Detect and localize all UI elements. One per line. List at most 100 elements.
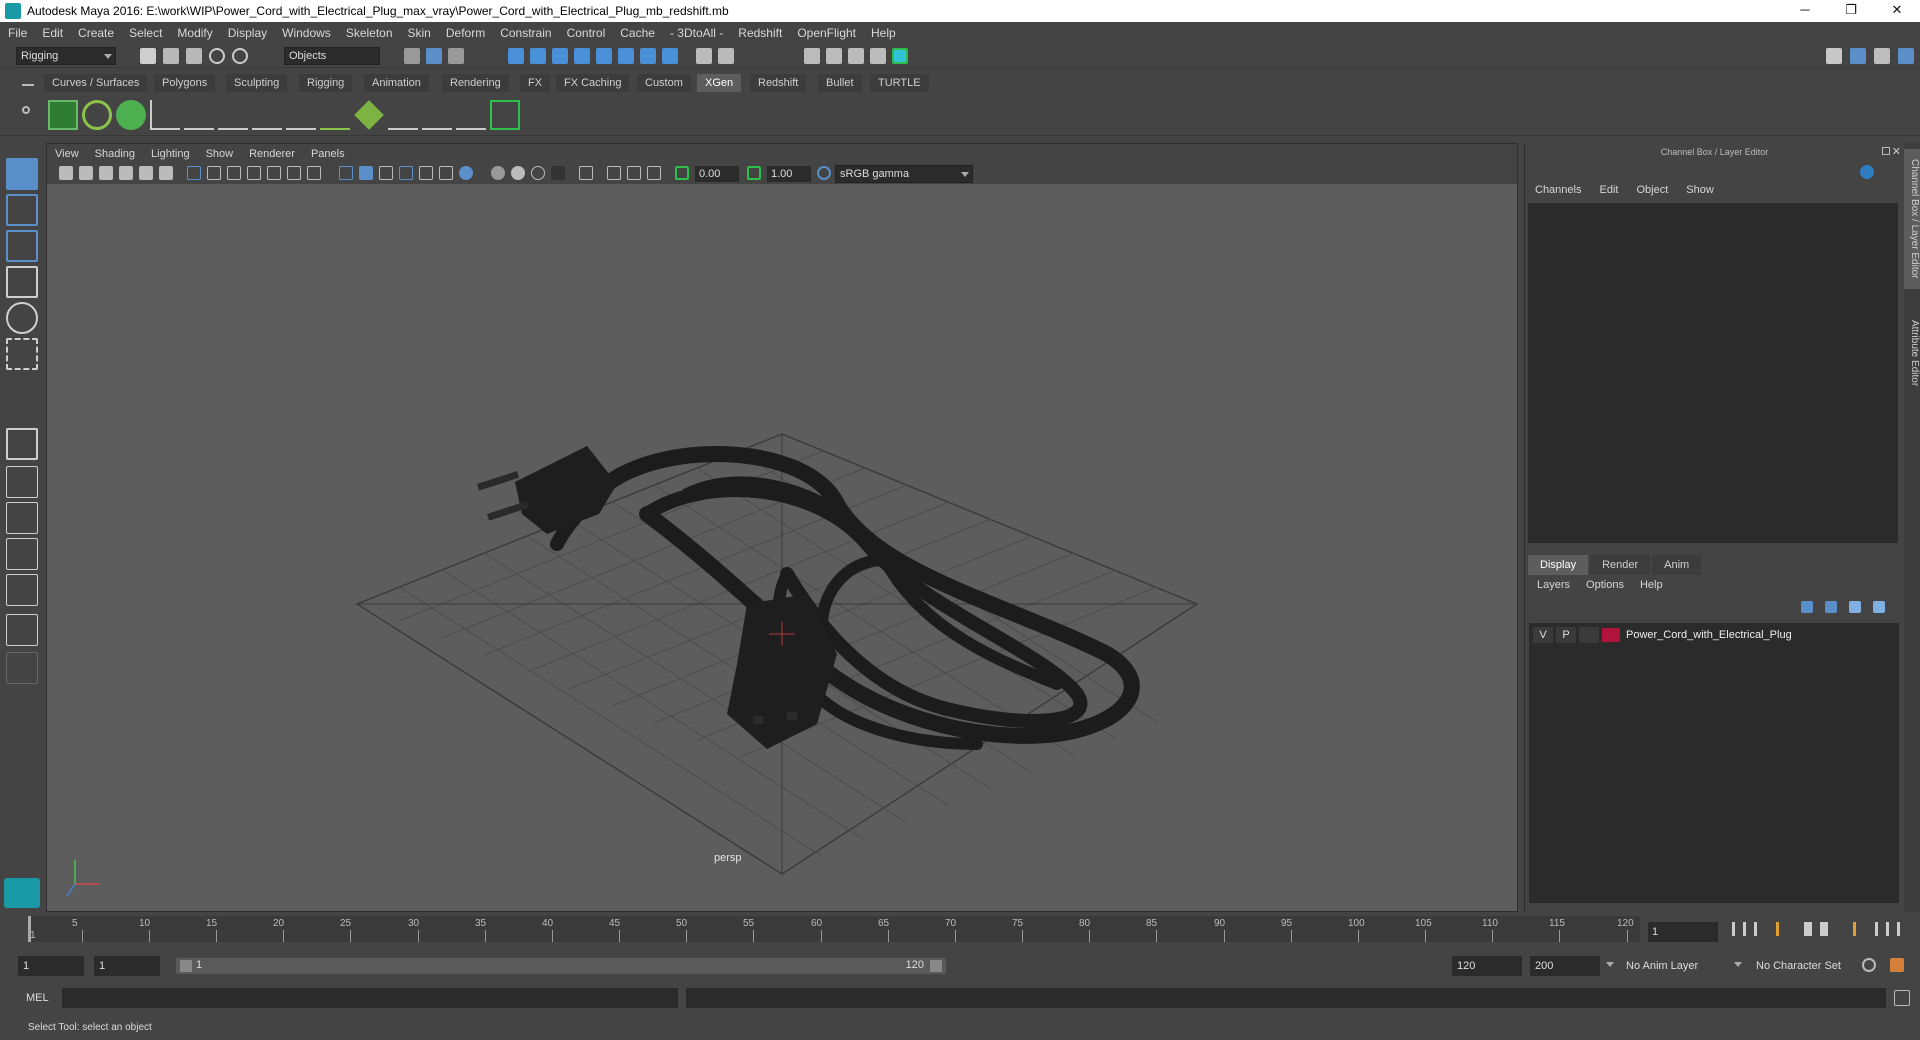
xray-active-icon[interactable] — [627, 166, 641, 180]
smooth-shade-icon[interactable] — [359, 166, 373, 180]
undo-icon[interactable] — [209, 48, 225, 64]
workspace-icon[interactable] — [1826, 48, 1842, 64]
exposure-field[interactable]: 0.00 — [695, 166, 739, 182]
command-language-label[interactable]: MEL — [26, 992, 49, 1004]
new-empty-layer-icon[interactable] — [1849, 601, 1861, 613]
anti-aliasing-icon[interactable] — [531, 166, 545, 180]
le-menu-help[interactable]: Help — [1640, 579, 1663, 591]
xray-icon[interactable] — [607, 166, 621, 180]
select-by-hierarchy-icon[interactable] — [404, 48, 420, 64]
go-to-start-icon[interactable] — [1732, 922, 1746, 936]
scale-tool-icon[interactable] — [6, 338, 38, 370]
lasso-tool-icon[interactable] — [6, 194, 38, 226]
cb-menu-channels[interactable]: Channels — [1535, 184, 1581, 196]
shelf-tab-redshift[interactable]: Redshift — [750, 74, 807, 92]
maximize-button[interactable]: ❐ — [1828, 0, 1874, 22]
menu-skeleton[interactable]: Skeleton — [346, 26, 393, 40]
close-panel-icon[interactable]: ✕ — [1892, 145, 1901, 158]
safe-title-icon[interactable] — [307, 166, 321, 180]
motion-blur-icon[interactable] — [511, 166, 525, 180]
shelf-tab-polygons[interactable]: Polygons — [154, 74, 216, 92]
menu-set-dropdown[interactable]: Rigging — [16, 47, 116, 65]
shelf-tab-rigging[interactable]: Rigging — [299, 74, 353, 92]
grid-toggle-icon[interactable] — [187, 166, 201, 180]
range-slider-start-handle[interactable] — [180, 960, 192, 972]
default-material-icon[interactable] — [379, 166, 393, 180]
vp-menu-renderer[interactable]: Renderer — [249, 148, 295, 160]
new-scene-icon[interactable] — [140, 48, 156, 64]
gate-mask-icon[interactable] — [247, 166, 261, 180]
guide-rebuild-icon[interactable] — [218, 100, 248, 130]
play-forwards-icon[interactable] — [1820, 922, 1834, 936]
lock-icon[interactable] — [696, 48, 712, 64]
gamma-icon[interactable] — [747, 166, 761, 180]
custom-layout-icon[interactable] — [6, 652, 38, 684]
redshift-render-view-icon[interactable] — [892, 48, 908, 64]
range-slider[interactable]: 1 120 — [176, 958, 946, 974]
layer-tab-display[interactable]: Display — [1528, 555, 1589, 575]
menu-edit[interactable]: Edit — [42, 26, 63, 40]
grease-pencil-icon[interactable] — [159, 166, 173, 180]
shelf-tab-custom[interactable]: Custom — [637, 74, 691, 92]
minimize-button[interactable]: ─ — [1782, 0, 1828, 22]
float-panel-icon[interactable] — [1882, 147, 1890, 155]
snap-to-point-icon[interactable] — [552, 48, 568, 64]
anim-layer-arrow-icon[interactable] — [1606, 962, 1614, 967]
play-backwards-icon[interactable] — [1798, 922, 1812, 936]
guide-lock-icon[interactable] — [286, 100, 316, 130]
menu-skin[interactable]: Skin — [408, 26, 431, 40]
time-slider[interactable]: 1 5 10 15 20 25 30 35 40 45 50 55 60 65 70 75 80 85 90 95 1… — [24, 914, 1642, 944]
menu-create[interactable]: Create — [78, 26, 114, 40]
command-input[interactable] — [62, 988, 678, 1008]
image-plane-icon[interactable] — [119, 166, 133, 180]
step-forward-key-icon[interactable] — [1842, 922, 1856, 936]
use-all-lights-icon[interactable] — [439, 166, 453, 180]
outliner-layout-icon[interactable] — [6, 614, 38, 646]
color-management-icon[interactable] — [817, 166, 831, 180]
paint-select-tool-icon[interactable] — [6, 230, 38, 262]
go-to-end-icon[interactable] — [1886, 922, 1900, 936]
symmetry-icon[interactable] — [640, 48, 656, 64]
field-chart-icon[interactable] — [267, 166, 281, 180]
camera-select-icon[interactable] — [59, 166, 73, 180]
viewport-canvas[interactable] — [47, 184, 1517, 911]
groom-comb-icon[interactable] — [388, 100, 418, 130]
select-tool-icon[interactable] — [6, 158, 38, 190]
shelf-options-icon[interactable] — [22, 106, 30, 114]
attribute-editor-toggle-icon[interactable] — [1874, 48, 1890, 64]
gamma-field[interactable]: 1.00 — [767, 166, 811, 182]
wireframe-icon[interactable] — [339, 166, 353, 180]
menu-3dtoall[interactable]: - 3DtoAll - — [670, 26, 723, 40]
groom-selected-icon[interactable] — [490, 100, 520, 130]
script-editor-icon[interactable] — [1894, 990, 1910, 1006]
history-icon[interactable] — [662, 48, 678, 64]
channel-box-area[interactable] — [1528, 203, 1898, 543]
persp-outliner-layout-icon[interactable] — [6, 502, 38, 534]
groom-smooth-icon[interactable] — [456, 100, 486, 130]
depth-of-field-icon[interactable] — [551, 166, 565, 180]
move-layer-down-icon[interactable] — [1825, 601, 1837, 613]
resolution-gate-icon[interactable] — [227, 166, 241, 180]
menu-constrain[interactable]: Constrain — [500, 26, 551, 40]
single-perspective-layout-icon[interactable] — [6, 428, 38, 460]
playback-end-field[interactable]: 120 — [1452, 956, 1522, 976]
guide-grass-icon[interactable] — [320, 100, 350, 130]
menu-file[interactable]: File — [8, 26, 27, 40]
layer-visibility-toggle[interactable]: V — [1533, 627, 1553, 643]
shelf-tab-fx-caching[interactable]: FX Caching — [556, 74, 630, 92]
new-layer-selected-icon[interactable] — [1873, 601, 1885, 613]
manipulator-icon[interactable] — [1860, 165, 1874, 179]
exposure-icon[interactable] — [675, 166, 689, 180]
layer-display-type-toggle[interactable] — [1579, 627, 1599, 643]
hypershade-icon[interactable] — [870, 48, 886, 64]
playback-start-field[interactable]: 1 — [94, 956, 160, 976]
layer-name[interactable]: Power_Cord_with_Electrical_Plug — [1626, 629, 1792, 641]
shelf-tab-xgen[interactable]: XGen — [697, 74, 742, 92]
move-tool-icon[interactable] — [6, 266, 38, 298]
close-button[interactable]: ✕ — [1874, 0, 1920, 22]
layer-tab-anim[interactable]: Anim — [1652, 555, 1702, 575]
menu-deform[interactable]: Deform — [446, 26, 485, 40]
xgen-description-icon[interactable] — [116, 100, 146, 130]
layer-tab-render[interactable]: Render — [1590, 555, 1651, 575]
guide-normalize-icon[interactable] — [252, 100, 282, 130]
